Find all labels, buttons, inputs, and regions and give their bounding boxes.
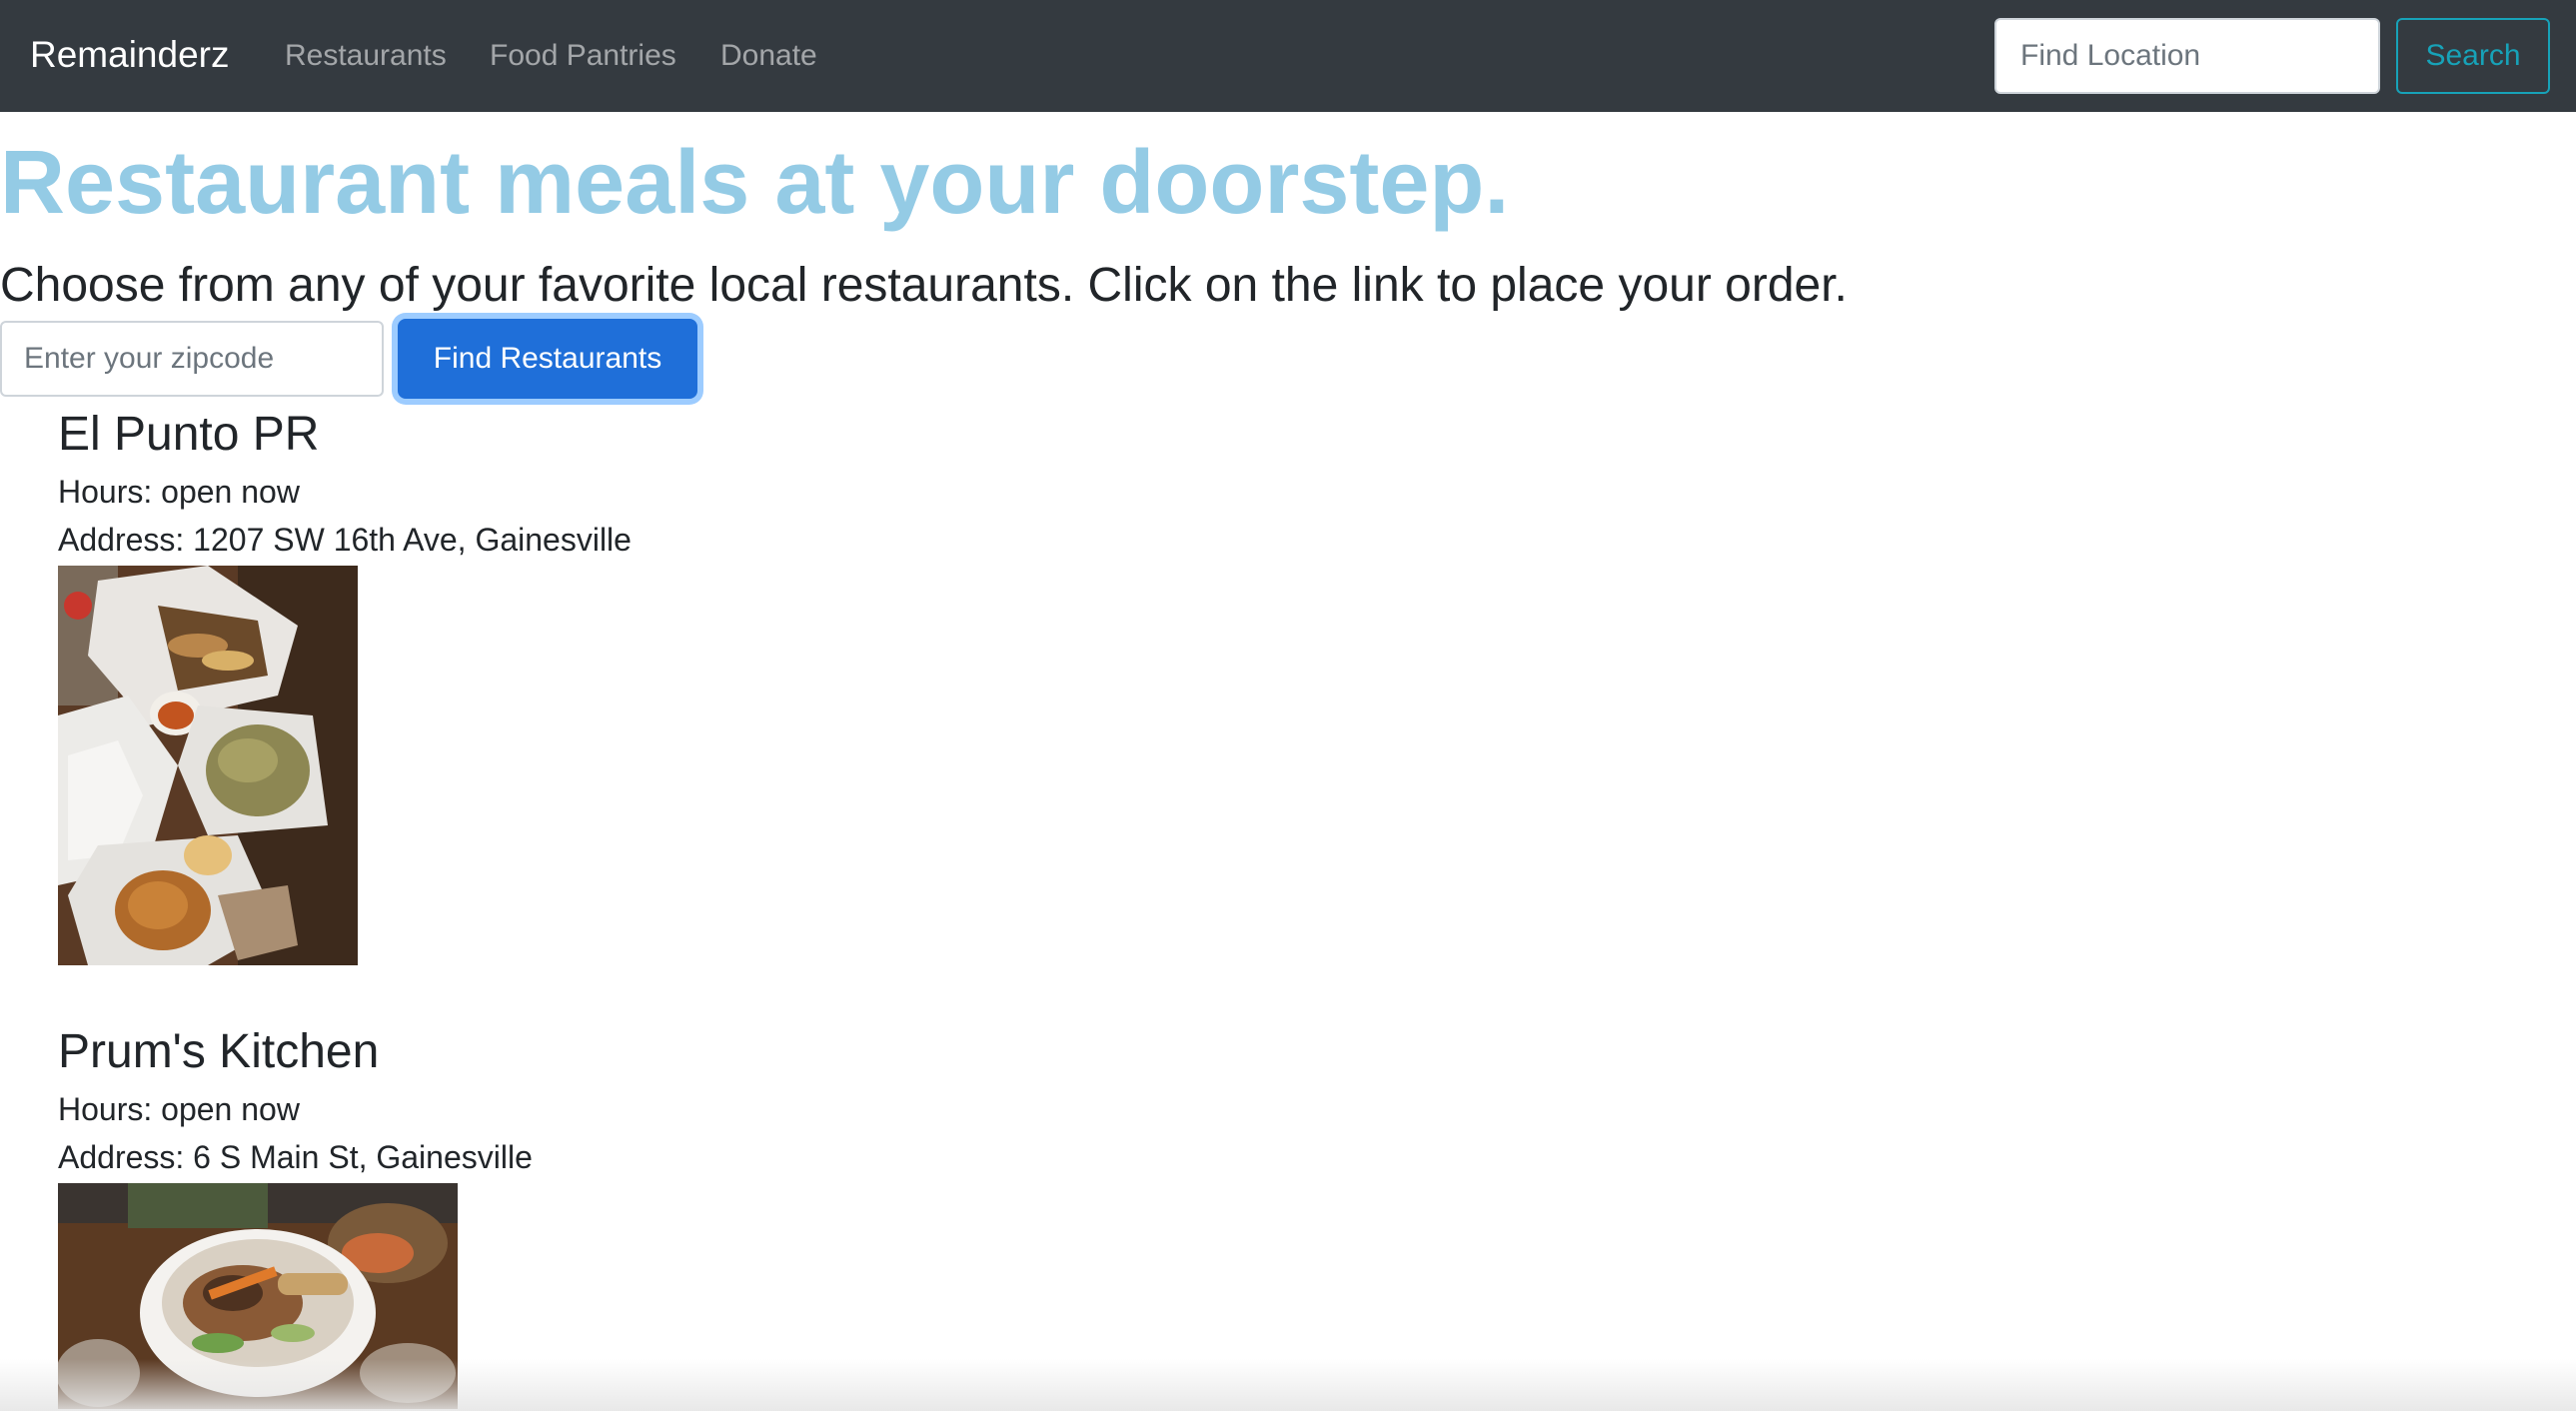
restaurant-name[interactable]: El Punto PR — [58, 402, 632, 468]
restaurant-hours: Hours: open now — [58, 474, 300, 510]
restaurant-card: Prum's Kitchen Hours: open now Address: … — [58, 1019, 533, 1409]
restaurant-photo — [58, 566, 358, 965]
restaurant-address: Address: 1207 SW 16th Ave, Gainesville — [58, 522, 632, 558]
restaurant-card: El Punto PR Hours: open now Address: 120… — [58, 402, 632, 965]
top-navbar: Remainderz Restaurants Food Pantries Don… — [0, 0, 2576, 112]
zipcode-input[interactable] — [0, 321, 384, 397]
nav-link-food-pantries[interactable]: Food Pantries — [490, 32, 676, 80]
takeout-food-image — [58, 566, 358, 965]
nav-link-restaurants[interactable]: Restaurants — [285, 32, 447, 80]
restaurant-hours: Hours: open now — [58, 1091, 300, 1127]
page-subtitle: Choose from any of your favorite local r… — [0, 259, 1848, 312]
restaurant-name[interactable]: Prum's Kitchen — [58, 1019, 533, 1085]
search-button[interactable]: Search — [2396, 18, 2550, 94]
restaurant-address: Address: 6 S Main St, Gainesville — [58, 1139, 533, 1175]
page-title: Restaurant meals at your doorstep. — [0, 133, 1510, 233]
location-search-input[interactable] — [1994, 18, 2380, 94]
nav-link-donate[interactable]: Donate — [720, 32, 817, 80]
find-restaurants-button[interactable]: Find Restaurants — [398, 319, 697, 399]
brand-logo[interactable]: Remainderz — [30, 30, 229, 80]
page-bottom-fade — [0, 1359, 2576, 1411]
